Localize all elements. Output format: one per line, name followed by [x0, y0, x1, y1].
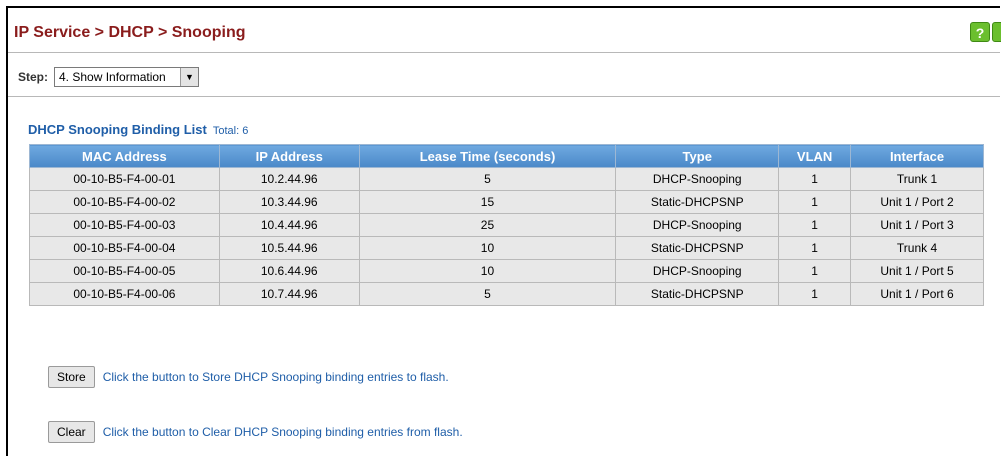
- store-button[interactable]: Store: [48, 366, 95, 388]
- type-cell: DHCP-Snooping: [615, 259, 780, 283]
- vlan-cell: 1: [778, 259, 852, 283]
- binding-list-title: DHCP Snooping Binding List: [28, 122, 207, 137]
- table-row: 00-10-B5-F4-00-01 10.2.44.96 5 DHCP-Snoo…: [29, 167, 984, 191]
- ip-cell: 10.4.44.96: [218, 213, 360, 237]
- ip-cell: 10.5.44.96: [218, 236, 360, 260]
- type-cell: DHCP-Snooping: [615, 213, 780, 237]
- title-bar: IP Service > DHCP > Snooping ?: [8, 8, 1001, 60]
- binding-list-heading: DHCP Snooping Binding List Total: 6: [28, 122, 248, 137]
- chevron-down-icon[interactable]: ▼: [180, 68, 198, 86]
- column-header: MAC Address: [29, 144, 220, 168]
- table-header-row: MAC Address IP Address Lease Time (secon…: [29, 144, 984, 168]
- vlan-cell: 1: [778, 213, 852, 237]
- clear-description: Click the button to Clear DHCP Snooping …: [102, 425, 463, 439]
- ip-cell: 10.7.44.96: [218, 282, 360, 306]
- clear-button[interactable]: Clear: [48, 421, 95, 443]
- mac-cell: 00-10-B5-F4-00-05: [29, 259, 220, 283]
- store-action-row: Store Click the button to Store DHCP Sno…: [48, 366, 449, 388]
- store-description: Click the button to Store DHCP Snooping …: [102, 370, 449, 384]
- vlan-cell: 1: [778, 167, 852, 191]
- column-header: Interface: [850, 144, 984, 168]
- lease-cell: 15: [358, 190, 617, 214]
- interface-cell: Trunk 1: [850, 167, 984, 191]
- lease-cell: 10: [358, 259, 617, 283]
- content-frame: IP Service > DHCP > Snooping ? Step: 4. …: [6, 6, 1001, 456]
- column-header: VLAN: [778, 144, 852, 168]
- lease-cell: 10: [358, 236, 617, 260]
- lease-cell: 25: [358, 213, 617, 237]
- mac-cell: 00-10-B5-F4-00-03: [29, 213, 220, 237]
- interface-cell: Trunk 4: [850, 236, 984, 260]
- interface-cell: Unit 1 / Port 3: [850, 213, 984, 237]
- step-select-value: 4. Show Information: [59, 70, 166, 84]
- interface-cell: Unit 1 / Port 6: [850, 282, 984, 306]
- mac-cell: 00-10-B5-F4-00-02: [29, 190, 220, 214]
- step-divider: [8, 96, 1000, 97]
- mac-cell: 00-10-B5-F4-00-04: [29, 236, 220, 260]
- interface-cell: Unit 1 / Port 2: [850, 190, 984, 214]
- binding-total: Total: 6: [212, 125, 249, 137]
- column-header: IP Address: [218, 144, 360, 168]
- type-cell: Static-DHCPSNP: [615, 236, 780, 260]
- vlan-cell: 1: [778, 190, 852, 214]
- table-row: 00-10-B5-F4-00-04 10.5.44.96 10 Static-D…: [29, 236, 984, 260]
- table-row: 00-10-B5-F4-00-05 10.6.44.96 10 DHCP-Sno…: [29, 259, 984, 283]
- step-row: Step: 4. Show Information ▼: [18, 66, 199, 88]
- ip-cell: 10.2.44.96: [218, 167, 360, 191]
- page-title: IP Service > DHCP > Snooping: [14, 24, 246, 41]
- ip-cell: 10.3.44.96: [218, 190, 360, 214]
- step-label: Step:: [18, 70, 48, 84]
- binding-table: MAC Address IP Address Lease Time (secon…: [29, 144, 984, 306]
- clear-action-row: Clear Click the button to Clear DHCP Sno…: [48, 421, 463, 443]
- type-cell: Static-DHCPSNP: [615, 282, 780, 306]
- mac-cell: 00-10-B5-F4-00-06: [29, 282, 220, 306]
- type-cell: DHCP-Snooping: [615, 167, 780, 191]
- table-row: 00-10-B5-F4-00-02 10.3.44.96 15 Static-D…: [29, 190, 984, 214]
- lease-cell: 5: [358, 282, 617, 306]
- interface-cell: Unit 1 / Port 5: [850, 259, 984, 283]
- table-row: 00-10-B5-F4-00-03 10.4.44.96 25 DHCP-Sno…: [29, 213, 984, 237]
- vlan-cell: 1: [778, 282, 852, 306]
- column-header: Type: [615, 144, 780, 168]
- mac-cell: 00-10-B5-F4-00-01: [29, 167, 220, 191]
- ip-cell: 10.6.44.96: [218, 259, 360, 283]
- type-cell: Static-DHCPSNP: [615, 190, 780, 214]
- table-row: 00-10-B5-F4-00-06 10.7.44.96 5 Static-DH…: [29, 282, 984, 306]
- title-divider: [8, 52, 1000, 53]
- vlan-cell: 1: [778, 236, 852, 260]
- step-select[interactable]: 4. Show Information ▼: [54, 67, 199, 87]
- help-icon[interactable]: ?: [970, 22, 990, 42]
- column-header: Lease Time (seconds): [358, 144, 617, 168]
- lease-cell: 5: [358, 167, 617, 191]
- next-icon[interactable]: [992, 22, 1001, 42]
